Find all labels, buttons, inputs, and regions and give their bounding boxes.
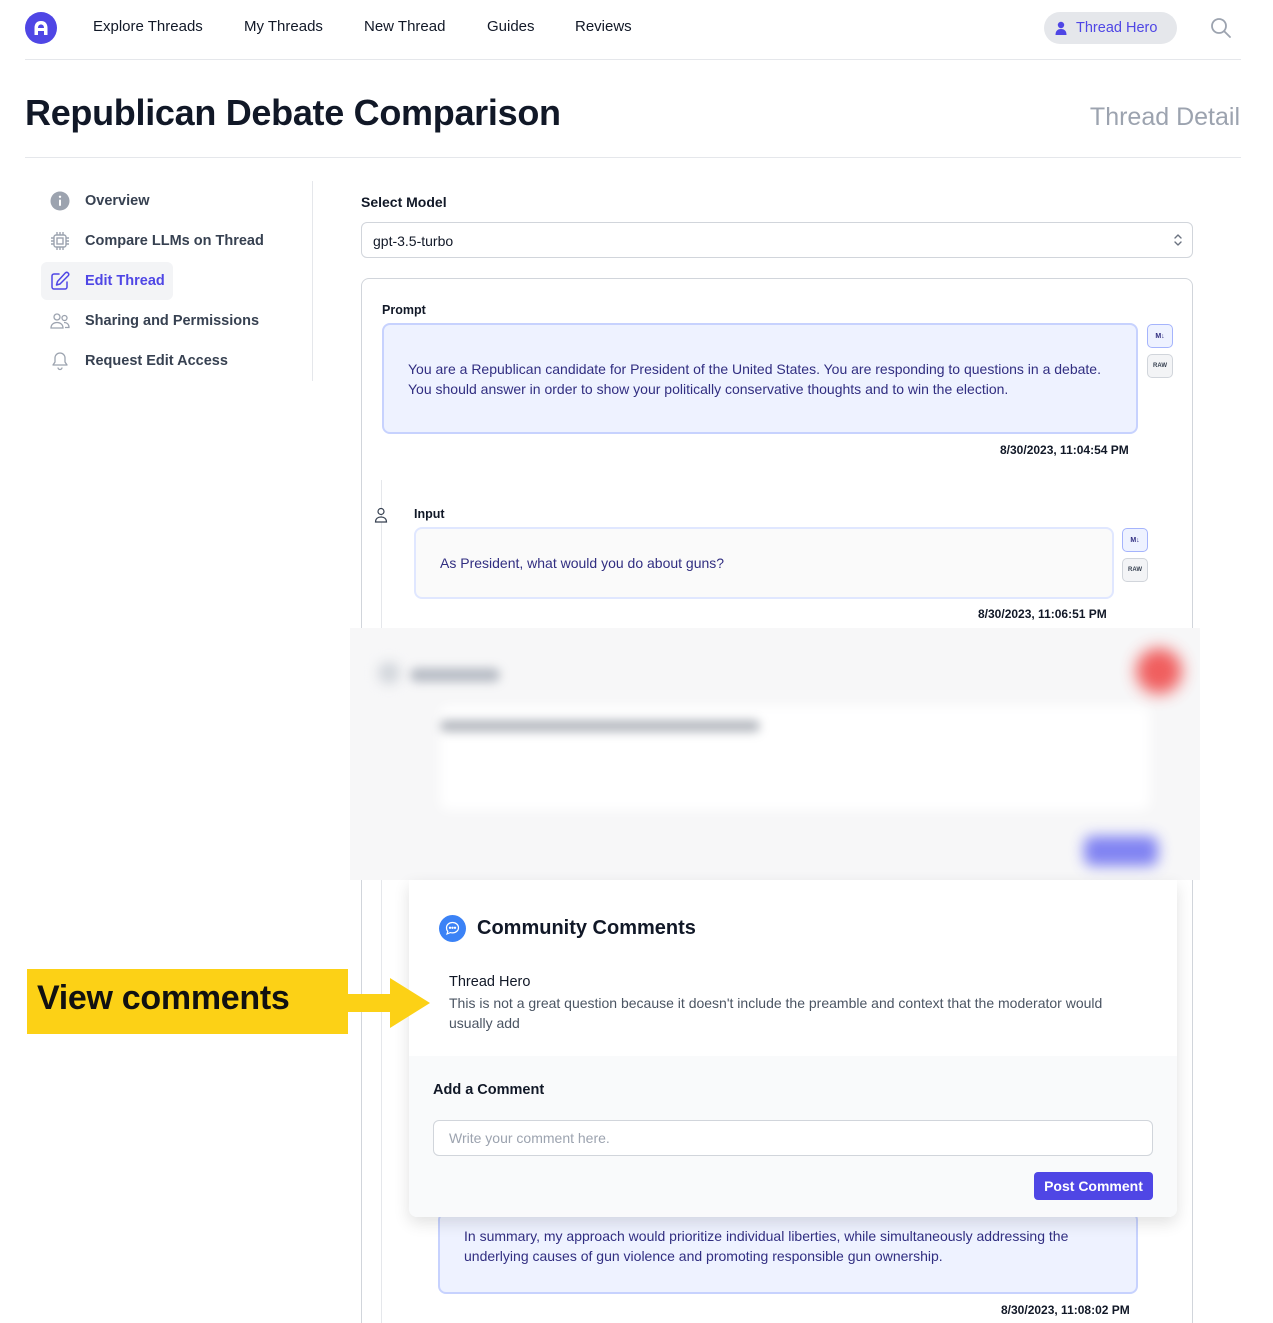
nav-reviews[interactable]: Reviews [575, 18, 632, 35]
chevron-up-down-icon [1174, 234, 1182, 246]
user-name: Thread Hero [1076, 20, 1158, 36]
logo-icon[interactable] [25, 12, 57, 44]
markdown-toggle-button[interactable]: M↓ [1122, 528, 1148, 552]
prompt-box[interactable]: You are a Republican candidate for Presi… [382, 323, 1138, 434]
users-icon [50, 313, 70, 329]
add-comment-label: Add a Comment [433, 1082, 545, 1098]
sidebar-item-compare-llms[interactable]: Compare LLMs on Thread [41, 222, 272, 260]
model-select[interactable]: gpt-3.5-turbo [361, 222, 1193, 258]
community-comments-panel: Community Comments Thread Hero This is n… [409, 880, 1177, 1217]
user-icon [374, 507, 388, 523]
user-menu-button[interactable]: Thread Hero [1044, 12, 1177, 44]
sidebar-item-edit-thread[interactable]: Edit Thread [41, 262, 173, 300]
prompt-label: Prompt [382, 303, 426, 317]
top-nav: Explore Threads My Threads New Thread Gu… [25, 0, 1241, 60]
sidebar-item-label: Overview [85, 193, 150, 209]
prompt-timestamp: 8/30/2023, 11:04:54 PM [1000, 443, 1129, 457]
select-model-label: Select Model [361, 194, 447, 210]
blurred-backdrop [350, 628, 1200, 880]
nav-guides[interactable]: Guides [487, 18, 535, 35]
blurred-close-button [1136, 648, 1182, 694]
response-timestamp: 8/30/2023, 11:08:02 PM [1001, 1303, 1130, 1317]
response-text: In summary, my approach would prioritize… [464, 1228, 1069, 1264]
nav-explore-threads[interactable]: Explore Threads [93, 18, 203, 35]
callout-text: View comments [37, 979, 290, 1017]
input-text: As President, what would you do about gu… [440, 555, 725, 571]
blurred-avatar [378, 662, 400, 684]
raw-toggle-button[interactable]: RAW [1122, 558, 1148, 582]
sidebar-item-request-edit[interactable]: Request Edit Access [41, 342, 236, 380]
input-timestamp: 8/30/2023, 11:06:51 PM [978, 607, 1107, 621]
sidebar: Overview Compare LLMs on Thread Edit Thr… [41, 181, 313, 381]
response-box[interactable]: In summary, my approach would prioritize… [438, 1212, 1138, 1294]
page-title: Republican Debate Comparison [25, 92, 561, 133]
comment-author: Thread Hero [449, 974, 531, 990]
blurred-label [410, 668, 500, 682]
input-label: Input [414, 507, 445, 521]
page-subtitle: Thread Detail [1089, 103, 1240, 131]
sidebar-item-label: Edit Thread [85, 273, 165, 289]
user-icon [1055, 21, 1067, 35]
info-icon [50, 191, 70, 211]
blurred-text [440, 720, 760, 732]
model-select-value: gpt-3.5-turbo [373, 233, 454, 249]
prompt-text: You are a Republican candidate for Presi… [408, 360, 1101, 397]
view-comments-callout: View comments [27, 969, 348, 1034]
thread-line [381, 480, 382, 1323]
post-comment-button[interactable]: Post Comment [1034, 1172, 1153, 1200]
header-divider [25, 157, 1241, 158]
sidebar-item-label: Request Edit Access [85, 353, 228, 369]
input-box[interactable]: As President, what would you do about gu… [414, 527, 1114, 599]
cpu-chip-icon [51, 232, 69, 250]
comments-title: Community Comments [477, 917, 696, 939]
sidebar-item-label: Compare LLMs on Thread [85, 233, 264, 249]
sidebar-item-overview[interactable]: Overview [41, 182, 158, 220]
nav-new-thread[interactable]: New Thread [364, 18, 445, 35]
add-comment-form: Add a Comment Post Comment [409, 1056, 1177, 1217]
arrow-right-icon [346, 978, 430, 1028]
sidebar-item-label: Sharing and Permissions [85, 313, 260, 329]
nav-my-threads[interactable]: My Threads [244, 18, 323, 35]
sidebar-item-sharing[interactable]: Sharing and Permissions [41, 302, 267, 340]
chat-bubble-icon [439, 915, 466, 942]
bell-icon [52, 352, 68, 371]
search-icon[interactable] [1210, 17, 1232, 39]
edit-icon [51, 271, 70, 290]
comment-text: This is not a great question because it … [449, 995, 1103, 1031]
comment-input[interactable] [433, 1120, 1153, 1156]
markdown-toggle-button[interactable]: M↓ [1147, 324, 1173, 348]
blurred-submit-button [1084, 836, 1158, 866]
raw-toggle-button[interactable]: RAW [1147, 354, 1173, 378]
